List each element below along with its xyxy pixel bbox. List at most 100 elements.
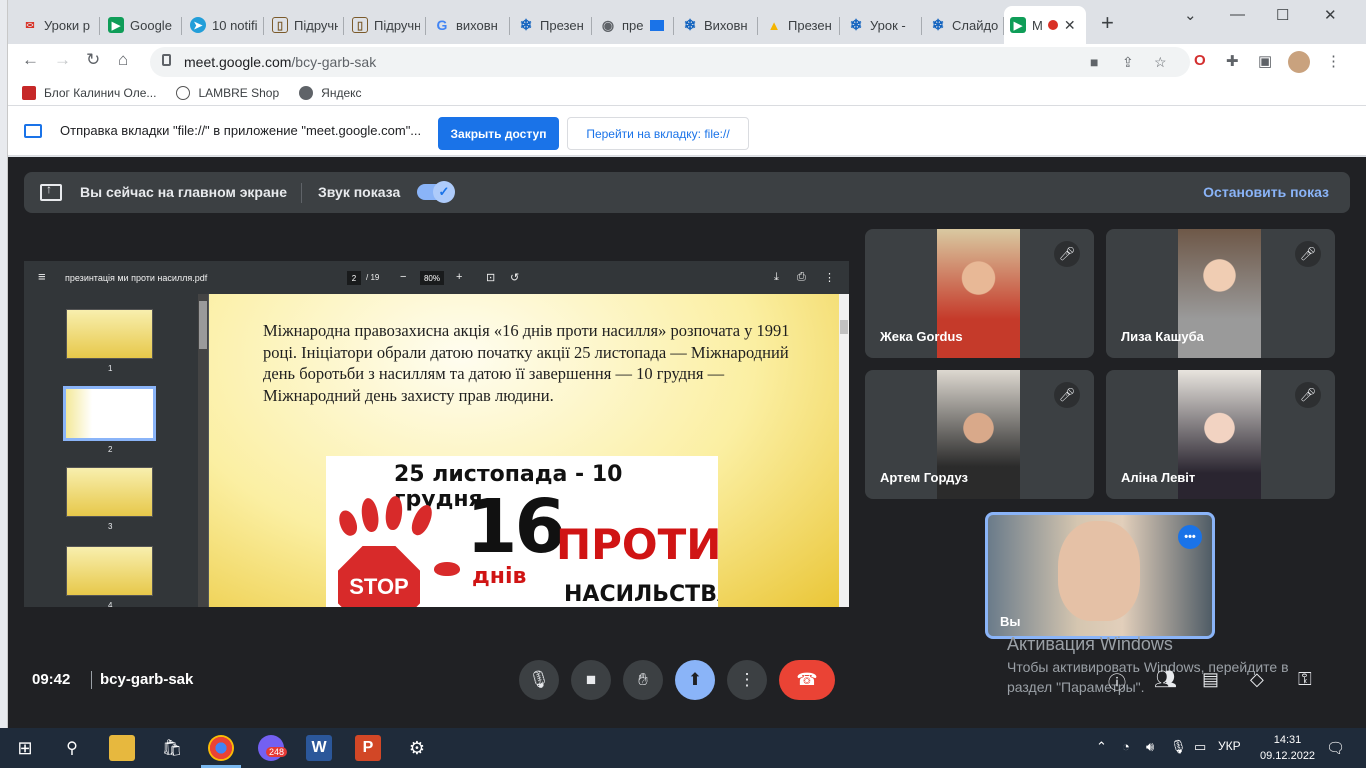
info-icon[interactable]: ⓘ bbox=[1108, 669, 1126, 695]
tab-10[interactable]: ▲ Презен bbox=[760, 9, 840, 41]
avatar[interactable] bbox=[1288, 51, 1310, 73]
tab-7[interactable]: ❄ Презен bbox=[512, 9, 592, 41]
minimize-icon[interactable]: — bbox=[1230, 6, 1245, 23]
windows-start-icon[interactable]: ⊞ bbox=[12, 735, 38, 761]
camera-icon[interactable]: ■ bbox=[1090, 54, 1098, 70]
page-scrollbar[interactable] bbox=[839, 294, 849, 607]
stop-sharing-button[interactable]: Закрыть доступ bbox=[438, 117, 559, 150]
tab-search-icon[interactable]: ⌄ bbox=[1184, 6, 1197, 24]
participant-tile[interactable]: 🎤︎ Лиза Кашуба bbox=[1106, 229, 1335, 358]
present-button[interactable]: ⬆ bbox=[675, 660, 715, 700]
globe-icon bbox=[299, 85, 314, 100]
participant-tile[interactable]: 🎤︎ Артем Гордуз bbox=[865, 370, 1094, 499]
tab-3[interactable]: ➤ 10 notifi bbox=[184, 9, 264, 41]
participant-tile[interactable]: 🎤︎ Жека Gordus bbox=[865, 229, 1094, 358]
bookmark-star-icon[interactable]: ☆ bbox=[1154, 54, 1167, 71]
thumbnail-scrollbar[interactable] bbox=[198, 294, 208, 607]
back-icon[interactable]: ← bbox=[22, 50, 39, 70]
battery-icon[interactable]: ▭ bbox=[1194, 739, 1206, 755]
fit-page-icon[interactable]: ⊡ bbox=[486, 271, 495, 284]
share-icon[interactable]: ⇪ bbox=[1122, 54, 1134, 71]
tab-meet-active[interactable]: ▶ M ✕ bbox=[1004, 6, 1086, 44]
bookmark-3[interactable]: Яндекс bbox=[299, 85, 362, 100]
opera-icon[interactable]: O bbox=[1194, 52, 1206, 69]
tab-2[interactable]: ▶ Google bbox=[102, 9, 182, 41]
telegram-icon: ➤ bbox=[190, 17, 206, 33]
home-icon[interactable]: ⌂ bbox=[118, 50, 128, 70]
tab-8[interactable]: ◉ пре bbox=[594, 9, 674, 41]
store-icon[interactable]: 🛍︎ bbox=[159, 735, 185, 761]
tab-6[interactable]: Gвиховн bbox=[428, 9, 510, 41]
rotate-icon[interactable]: ↺ bbox=[510, 271, 519, 284]
tab-9[interactable]: ❄ Виховн bbox=[676, 9, 758, 41]
more-icon[interactable]: ⋮ bbox=[824, 271, 835, 284]
page-number-input[interactable]: 2 bbox=[347, 271, 361, 285]
raise-hand-button[interactable]: ✋︎ bbox=[623, 660, 663, 700]
tab-4[interactable]: ▯ Підручн bbox=[266, 9, 344, 41]
thumbnail-page-3[interactable] bbox=[66, 467, 153, 517]
mic-off-icon: 🎤︎ bbox=[1054, 382, 1080, 408]
word-icon[interactable]: W bbox=[306, 735, 332, 761]
file-explorer-icon[interactable] bbox=[109, 735, 135, 761]
chrome-icon[interactable] bbox=[208, 735, 234, 761]
close-window-icon[interactable]: ✕ bbox=[1324, 6, 1337, 24]
zoom-input[interactable]: 80% bbox=[420, 271, 444, 285]
settings-gear-icon[interactable]: ⚙ bbox=[404, 735, 430, 761]
hamburger-icon[interactable]: ≡ bbox=[38, 269, 46, 284]
scroll-thumb[interactable] bbox=[199, 301, 207, 349]
thumbnail-page-4[interactable] bbox=[66, 546, 153, 596]
pdf-page: Міжнародна правозахисна акція «16 днів п… bbox=[209, 294, 839, 607]
sound-toggle[interactable]: ✓ bbox=[417, 181, 455, 203]
chevron-up-icon[interactable]: ⌃ bbox=[1096, 739, 1107, 755]
tab-5[interactable]: ▯ Підручн bbox=[346, 9, 426, 41]
microphone-tray-icon[interactable]: 🎙︎ bbox=[1170, 739, 1187, 755]
stop-presenting-button[interactable]: Остановить показ bbox=[1203, 184, 1329, 200]
host-controls-icon[interactable]: ⚿ bbox=[1298, 669, 1312, 690]
leave-call-button[interactable]: ☎︎ bbox=[779, 660, 835, 700]
zoom-out-icon[interactable]: − bbox=[400, 271, 406, 283]
powerpoint-icon[interactable]: P bbox=[355, 735, 381, 761]
new-tab-icon[interactable]: + bbox=[1101, 10, 1114, 36]
scroll-thumb[interactable] bbox=[840, 320, 848, 334]
participant-tile[interactable]: 🎤︎ Аліна Левіт bbox=[1106, 370, 1335, 499]
taskbar-clock[interactable]: 14:31 09.12.2022 bbox=[1260, 732, 1315, 764]
close-tab-icon[interactable]: ✕ bbox=[1064, 17, 1076, 34]
chat-icon[interactable]: ▤ bbox=[1202, 669, 1219, 690]
blog-icon bbox=[22, 85, 36, 100]
notifications-icon[interactable]: 🗨︎ bbox=[1326, 739, 1345, 757]
thumbnail-page-2[interactable] bbox=[63, 386, 156, 441]
maximize-icon[interactable]: ☐ bbox=[1276, 6, 1289, 24]
address-bar[interactable]: meet.google.com/bcy-garb-sak ■ ⇪ ☆ bbox=[150, 47, 1190, 77]
zoom-in-icon[interactable]: + bbox=[456, 271, 462, 283]
switch-to-tab-button[interactable]: Перейти на вкладку: file:// bbox=[567, 117, 749, 150]
tab-1[interactable]: ✉ Уроки р bbox=[16, 9, 100, 41]
infobar-message: Отправка вкладки "file://" в приложение … bbox=[60, 123, 422, 138]
bookmark-1[interactable]: Блог Калинич Оле... bbox=[22, 85, 156, 100]
print-icon[interactable]: ⎙ bbox=[797, 271, 806, 284]
forward-icon[interactable]: → bbox=[54, 50, 71, 70]
thumbnail-page-1[interactable] bbox=[66, 309, 153, 359]
activities-icon[interactable]: ◇ bbox=[1250, 669, 1264, 690]
people-icon[interactable]: 👥︎ bbox=[1154, 669, 1177, 690]
tab-11[interactable]: ❄ Урок - bbox=[842, 9, 922, 41]
self-view-tile[interactable]: ••• Вы bbox=[985, 512, 1215, 639]
snowflake-icon: ❄ bbox=[519, 17, 533, 34]
more-options-button[interactable]: ⋮ bbox=[727, 660, 767, 700]
microphone-button[interactable]: 🎙︎ bbox=[519, 660, 559, 700]
mic-off-icon: 🎤︎ bbox=[1295, 382, 1321, 408]
self-video bbox=[1058, 521, 1140, 621]
camera-button[interactable]: ■ bbox=[571, 660, 611, 700]
paint-splash bbox=[336, 508, 360, 538]
menu-kebab-icon[interactable]: ⋮ bbox=[1326, 52, 1341, 70]
search-icon[interactable]: ⚲ bbox=[59, 735, 85, 761]
bookmark-2[interactable]: LAMBRE Shop bbox=[176, 85, 279, 100]
network-icon[interactable]: ◔ bbox=[1122, 739, 1130, 754]
tab-title: Урок - bbox=[870, 17, 906, 33]
tab-12[interactable]: ❄ Слайдо bbox=[924, 9, 1004, 41]
volume-icon[interactable]: 🔊︎ bbox=[1146, 739, 1154, 755]
side-panel-icon[interactable]: ▣ bbox=[1258, 52, 1272, 70]
download-icon[interactable]: ⤓ bbox=[774, 271, 779, 284]
reload-icon[interactable]: ↻ bbox=[86, 50, 100, 70]
language-indicator[interactable]: УКР bbox=[1218, 739, 1241, 753]
extensions-icon[interactable]: ✚ bbox=[1226, 52, 1239, 70]
